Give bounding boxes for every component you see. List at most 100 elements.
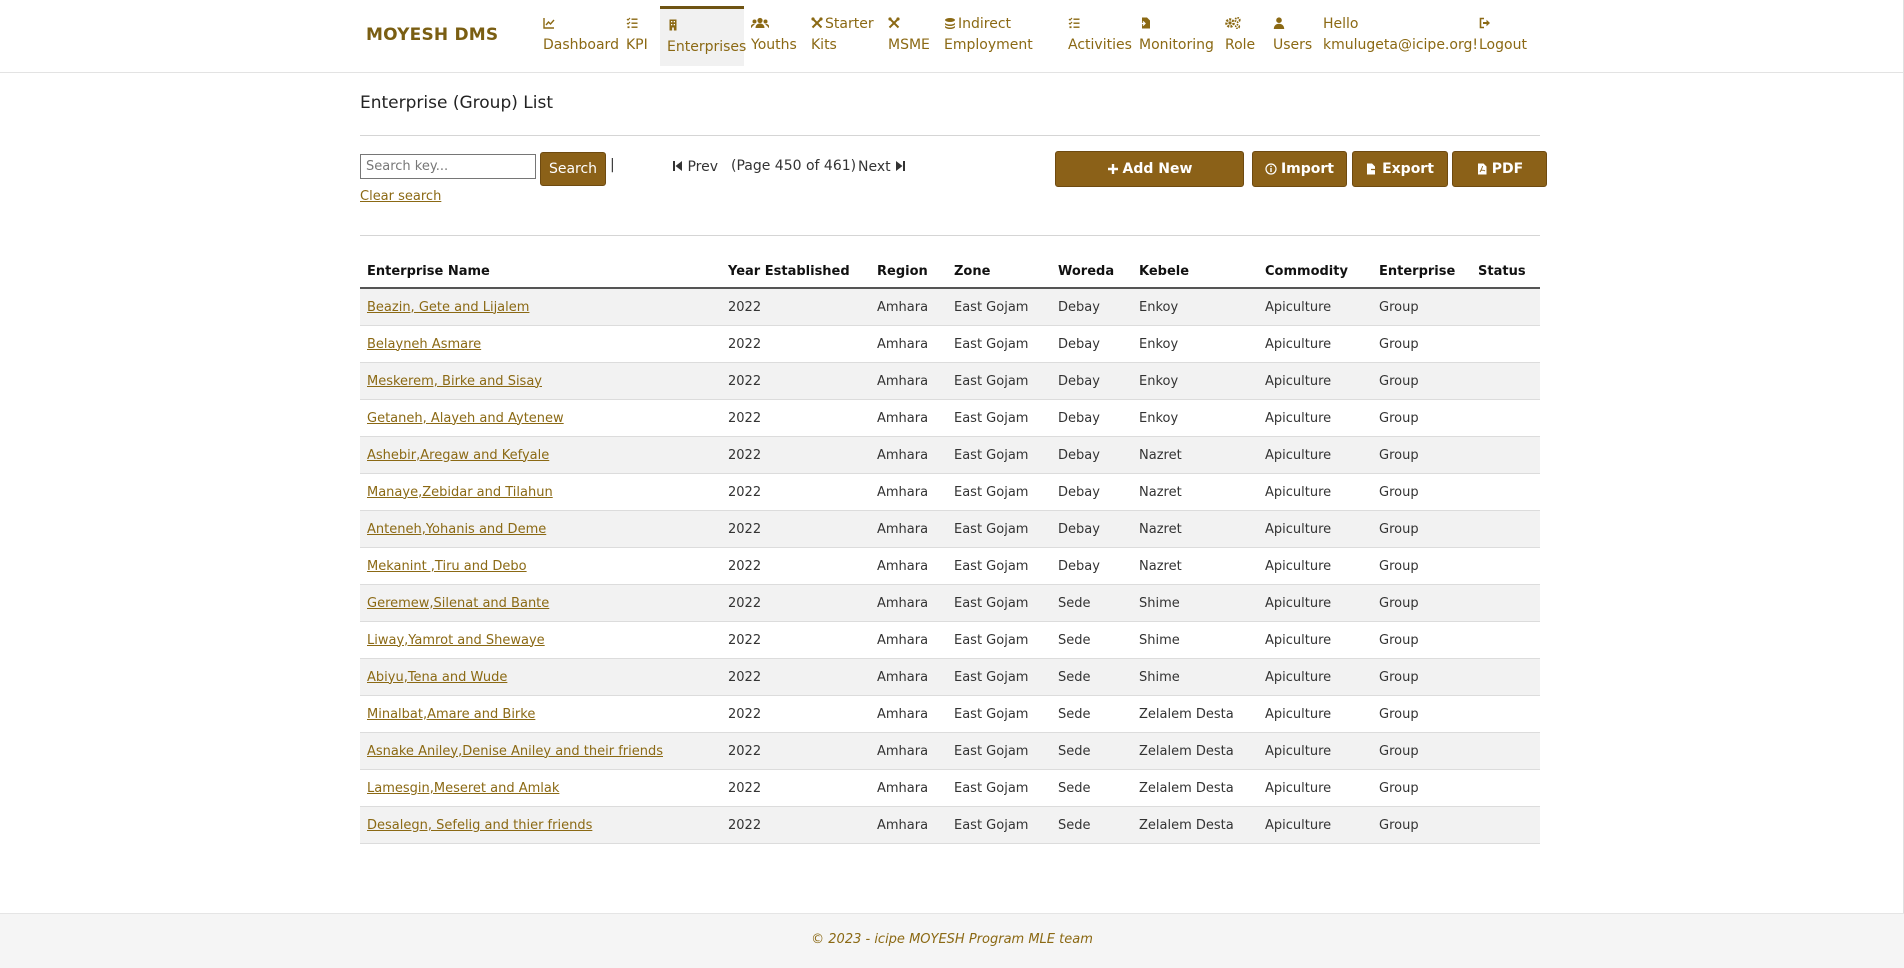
nav-indirect-employment[interactable]: Indirect Employment (937, 6, 1040, 66)
table-cell: East Gojam (947, 399, 1051, 437)
nav-enterprises[interactable]: Enterprises (660, 6, 746, 66)
table-cell (1471, 510, 1540, 548)
nav-kpi[interactable]: KPI (619, 6, 655, 66)
prev-page-button[interactable]: Prev (672, 159, 718, 175)
enterprise-name-link[interactable]: Abiyu,Tena and Wude (367, 670, 507, 685)
table-cell: Nazret (1132, 547, 1258, 585)
enterprise-name-link[interactable]: Minalbat,Amare and Birke (367, 707, 535, 722)
table-cell: East Gojam (947, 436, 1051, 474)
table-cell: East Gojam (947, 695, 1051, 733)
table-cell: Manaye,Zebidar and Tilahun (360, 473, 721, 511)
step-forward-icon (896, 161, 906, 171)
table-row: Asnake Aniley,Denise Aniley and their fr… (360, 732, 1540, 770)
table-cell: Apiculture (1258, 769, 1372, 807)
table-cell: Enkoy (1132, 399, 1258, 437)
nav-role[interactable]: Role (1218, 6, 1262, 66)
table-cell: Apiculture (1258, 806, 1372, 844)
column-header[interactable]: Enterprise (1372, 255, 1471, 289)
nav-monitoring[interactable]: Monitoring (1132, 6, 1221, 66)
table-cell (1471, 399, 1540, 437)
enterprise-name-link[interactable]: Ashebir,Aregaw and Kefyale (367, 448, 549, 463)
enterprise-name-link[interactable]: Manaye,Zebidar and Tilahun (367, 485, 553, 500)
table-cell: Asnake Aniley,Denise Aniley and their fr… (360, 732, 721, 770)
column-header[interactable]: Region (870, 255, 947, 289)
enterprise-name-link[interactable]: Liway,Yamrot and Shewaye (367, 633, 545, 648)
table-row: Geremew,Silenat and Bante 2022 Amhara East … (360, 584, 1540, 622)
search-input[interactable] (360, 154, 536, 179)
column-header[interactable]: Enterprise Name (360, 255, 721, 289)
table-cell: 2022 (721, 362, 870, 400)
table-cell: Zelalem Desta (1132, 806, 1258, 844)
enterprise-name-link[interactable]: Desalegn, Sefelig and thier friends (367, 818, 592, 833)
table-cell: Lamesgin,Meseret and Amlak (360, 769, 721, 807)
table-cell: Debay (1051, 473, 1132, 511)
table-row: Minalbat,Amare and Birke 2022 Amhara East G… (360, 695, 1540, 733)
table-cell (1471, 769, 1540, 807)
nav-activities[interactable]: Activities (1061, 6, 1139, 66)
table-cell: 2022 (721, 325, 870, 363)
table-cell: East Gojam (947, 362, 1051, 400)
table-row: Belayneh Asmare 2022 Amhara East Gojam Debay… (360, 325, 1540, 363)
nav-user-greeting[interactable]: Hello kmulugeta@icipe.org! (1316, 6, 1485, 66)
enterprise-name-link[interactable]: Asnake Aniley,Denise Aniley and their fr… (367, 744, 663, 759)
nav-users[interactable]: Users (1266, 6, 1319, 66)
enterprise-name-link[interactable]: Belayneh Asmare (367, 337, 481, 352)
column-header[interactable]: Year Established (721, 255, 870, 289)
enterprise-name-link[interactable]: Anteneh,Yohanis and Deme (367, 522, 546, 537)
table-cell: Group (1372, 621, 1471, 659)
table-cell: Belayneh Asmare (360, 325, 721, 363)
table-row: Abiyu,Tena and Wude 2022 Amhara East Gojam S… (360, 658, 1540, 696)
nav-dashboard[interactable]: Dashboard (536, 6, 626, 66)
table-cell: Zelalem Desta (1132, 769, 1258, 807)
table-cell: Debay (1051, 362, 1132, 400)
table-cell: Group (1372, 510, 1471, 548)
next-page-button[interactable]: Next (858, 159, 906, 175)
nav-starter-kits[interactable]: Starter Kits (804, 6, 881, 66)
table-row: Ashebir,Aregaw and Kefyale 2022 Amhara East… (360, 436, 1540, 474)
enterprise-name-link[interactable]: Beazin, Gete and Lijalem (367, 300, 529, 315)
table-cell: Enkoy (1132, 362, 1258, 400)
table-cell (1471, 732, 1540, 770)
search-button[interactable]: Search (540, 152, 606, 186)
enterprise-name-link[interactable]: Meskerem, Birke and Sisay (367, 374, 542, 389)
column-header[interactable]: Zone (947, 255, 1051, 289)
file-import-icon (1139, 17, 1151, 29)
table-cell: Amhara (870, 473, 947, 511)
add-new-button[interactable]: Add New (1055, 151, 1244, 187)
enterprise-name-link[interactable]: Getaneh, Alayeh and Aytenew (367, 411, 564, 426)
nav-youths[interactable]: Youths (744, 6, 804, 66)
import-button[interactable]: Import (1252, 151, 1347, 187)
table-cell (1471, 288, 1540, 326)
nav-msme[interactable]: MSME (881, 6, 937, 66)
table-cell: Apiculture (1258, 399, 1372, 437)
table-cell: Amhara (870, 769, 947, 807)
table-cell: Group (1372, 547, 1471, 585)
table-cell: 2022 (721, 510, 870, 548)
clear-search-link[interactable]: Clear search (360, 189, 441, 204)
column-header[interactable]: Kebele (1132, 255, 1258, 289)
column-header[interactable]: Commodity (1258, 255, 1372, 289)
enterprise-name-link[interactable]: Lamesgin,Meseret and Amlak (367, 781, 559, 796)
table-cell: East Gojam (947, 584, 1051, 622)
table-row: Lamesgin,Meseret and Amlak 2022 Amhara East… (360, 769, 1540, 807)
column-header[interactable]: Woreda (1051, 255, 1132, 289)
enterprise-name-link[interactable]: Geremew,Silenat and Bante (367, 596, 549, 611)
table-cell: Sede (1051, 806, 1132, 844)
column-header[interactable]: Status (1471, 255, 1540, 289)
enterprise-name-link[interactable]: Mekanint ,Tiru and Debo (367, 559, 527, 574)
table-cell: Group (1372, 399, 1471, 437)
footer-copyright: © 2023 - icipe MOYESH Program MLE team (811, 932, 1093, 947)
table-cell: Mekanint ,Tiru and Debo (360, 547, 721, 585)
table-row: Getaneh, Alayeh and Aytenew 2022 Amhara Eas… (360, 399, 1540, 437)
export-button[interactable]: Export (1352, 151, 1448, 187)
pdf-button[interactable]: PDF (1452, 151, 1547, 187)
table-cell: Apiculture (1258, 362, 1372, 400)
table-cell: Amhara (870, 547, 947, 585)
table-header-row: Enterprise Name Year Established Region … (360, 255, 1540, 289)
nav-logout[interactable]: Logout (1472, 6, 1534, 66)
separator: | (610, 157, 615, 173)
table-cell: Anteneh,Yohanis and Deme (360, 510, 721, 548)
table-cell: Amhara (870, 806, 947, 844)
brand-logo-text[interactable]: MOYESH DMS (366, 25, 498, 45)
table-cell: Sede (1051, 621, 1132, 659)
